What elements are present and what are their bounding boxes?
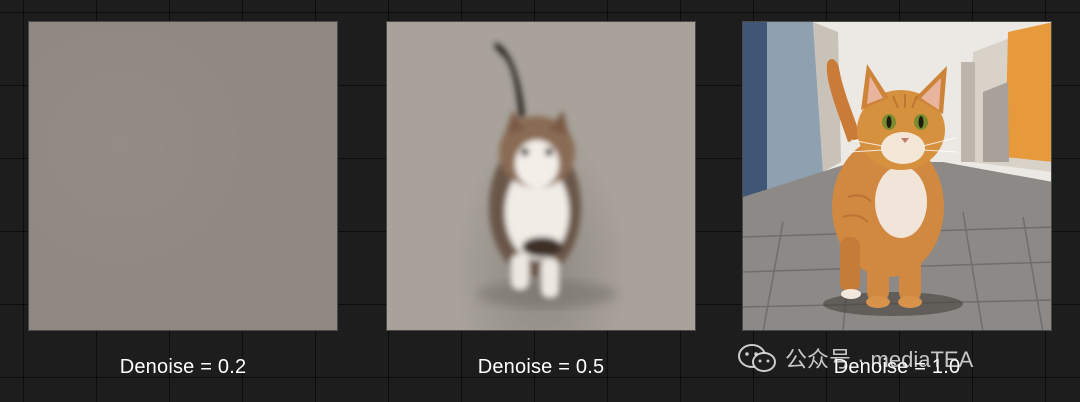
blurry-cat-image: [387, 22, 695, 330]
denoise-0-2-image: [28, 21, 338, 331]
watermark-text: 公众号 · mediaTEA: [785, 347, 974, 372]
watermark: 公众号 · mediaTEA: [737, 342, 973, 374]
denoise-0-5-image: [386, 21, 696, 331]
caption-denoise-0-5: Denoise = 0.5: [477, 356, 605, 378]
orange-cat-illustration: [743, 22, 1051, 330]
wechat-icon: [738, 344, 776, 372]
noise-image: [29, 22, 337, 330]
denoise-1-0-image: [742, 21, 1052, 331]
orange-cat-street-image: [743, 22, 1051, 330]
blurry-cat-illustration: [477, 42, 617, 308]
caption-denoise-0-2: Denoise = 0.2: [119, 356, 247, 378]
node-canvas: Denoise = 0.2 Denoise = 0.5 Denoise = 1.…: [0, 0, 1080, 402]
